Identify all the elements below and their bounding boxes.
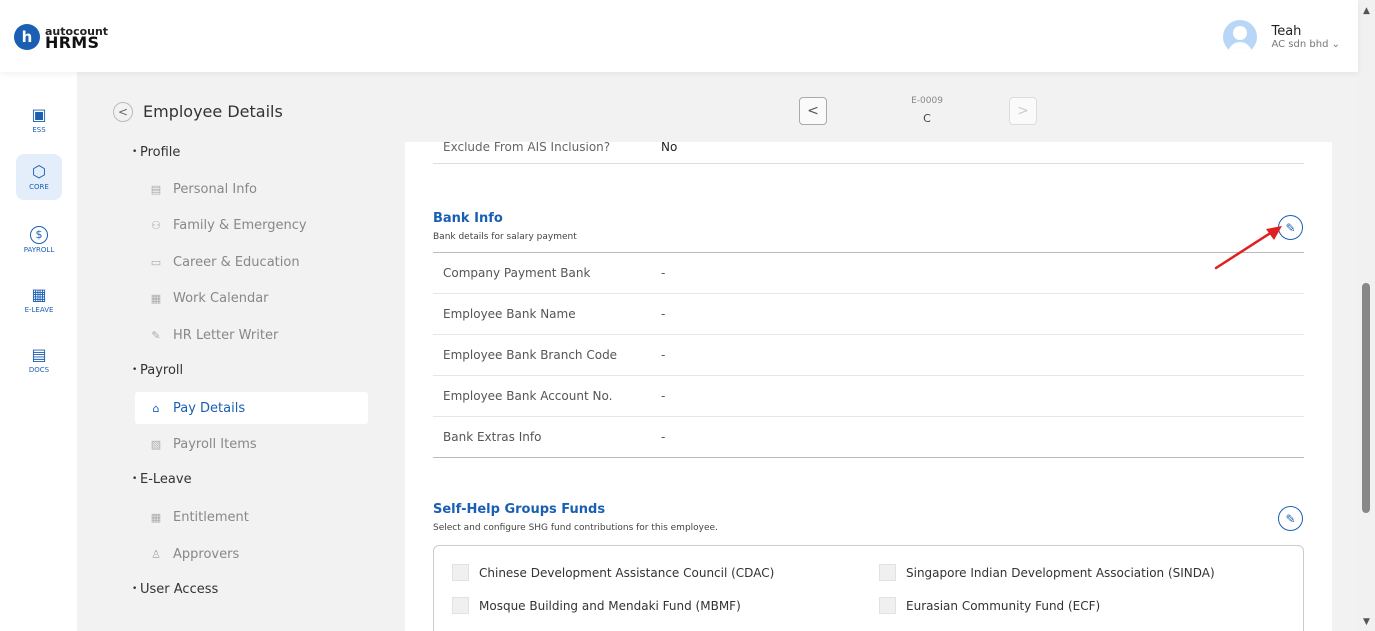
menu-item-pay-details[interactable]: ⌂ Pay Details [135, 392, 368, 424]
back-button[interactable]: < [113, 102, 133, 122]
menu-item-entitlement[interactable]: ▦ Entitlement [135, 501, 368, 533]
shg-fund-ecf[interactable]: Eurasian Community Fund (ECF) [879, 597, 1100, 614]
document-chart-icon: ▤ [31, 345, 47, 364]
top-header: h autocount HRMS Teah AC sdn bhd ⌄ [0, 0, 1358, 72]
menu-item-family-emergency[interactable]: ⚇ Family & Emergency [135, 209, 368, 241]
menu-group-profile[interactable]: Profile [132, 145, 181, 160]
menu-item-personal-info[interactable]: ▤ Personal Info [135, 173, 368, 205]
letter-edit-icon: ✎ [151, 328, 161, 342]
calendar-icon: ▦ [150, 291, 162, 305]
menu-item-work-calendar[interactable]: ▦ Work Calendar [135, 282, 368, 314]
payroll-dollar-icon: $ [30, 226, 48, 244]
employee-name: C [923, 112, 931, 125]
checkbox[interactable] [879, 597, 896, 614]
app-logo[interactable]: h autocount HRMS [14, 24, 108, 52]
logo-mark: h [14, 24, 40, 50]
user-menu[interactable]: Teah AC sdn bhd ⌄ [1223, 20, 1340, 54]
bank-info-subtitle: Bank details for salary payment [433, 232, 577, 242]
checkbox[interactable] [879, 564, 896, 581]
rail-item-ess[interactable]: ▣ ESS [16, 97, 62, 143]
menu-item-career-education[interactable]: ▭ Career & Education [135, 246, 368, 278]
menu-item-approvers[interactable]: ♙ Approvers [135, 538, 368, 570]
logo-text-bottom: HRMS [45, 33, 100, 52]
calendar-icon: ▦ [31, 285, 47, 304]
table-row: Company Payment Bank - [433, 253, 1304, 294]
rail-item-core[interactable]: ⬡ CORE [16, 154, 62, 200]
rail-label-eleave: E-LEAVE [24, 306, 54, 314]
briefcase-icon: ▭ [150, 255, 162, 269]
shg-subtitle: Select and configure SHG fund contributi… [433, 523, 718, 533]
scroll-up-arrow-icon[interactable]: ▲ [1363, 6, 1370, 16]
user-company[interactable]: AC sdn bhd ⌄ [1271, 39, 1340, 50]
rail-label-payroll: PAYROLL [23, 246, 55, 254]
bank-info-table: Company Payment Bank - Employee Bank Nam… [433, 252, 1304, 458]
shg-fund-mbmf[interactable]: Mosque Building and Mendaki Fund (MBMF) [452, 597, 741, 614]
menu-item-payroll-items[interactable]: ▧ Payroll Items [135, 428, 368, 460]
table-row: Employee Bank Name - [433, 294, 1304, 335]
employee-code: E-0009 [911, 96, 943, 106]
scroll-down-arrow-icon[interactable]: ▼ [1363, 617, 1370, 627]
table-row: Employee Bank Account No. - [433, 376, 1304, 417]
shg-fund-cdac[interactable]: Chinese Development Assistance Council (… [452, 564, 774, 581]
rail-item-eleave[interactable]: ▦ E-LEAVE [16, 277, 62, 323]
checkbox[interactable] [452, 564, 469, 581]
content-header: < Employee Details < E-0009 C > [77, 72, 1358, 142]
next-employee-button[interactable]: > [1009, 97, 1037, 125]
ess-icon: ▣ [31, 105, 47, 124]
shg-fund-sinda[interactable]: Singapore Indian Development Association… [879, 564, 1215, 581]
shg-funds-box: Chinese Development Assistance Council (… [433, 545, 1304, 631]
bank-icon: ⌂ [152, 401, 160, 415]
ais-inclusion-row: Exclude From AIS Inclusion? No [433, 142, 1304, 164]
rail-item-payroll[interactable]: $ PAYROLL [16, 217, 62, 263]
menu-group-user-access[interactable]: User Access [132, 582, 218, 597]
rail-label-core: CORE [29, 183, 49, 191]
previous-employee-button[interactable]: < [799, 97, 827, 125]
employee-submenu: Profile ▤Personal Info ⚇Family & Emergen… [77, 142, 377, 631]
menu-item-hr-letter-writer[interactable]: ✎ HR Letter Writer [135, 319, 368, 351]
page-title: Employee Details [143, 102, 283, 121]
field-value: No [661, 142, 678, 154]
rail-label-ess: ESS [32, 126, 46, 134]
chevron-down-icon: ⌄ [1331, 39, 1340, 50]
bank-info-title: Bank Info [433, 211, 503, 226]
calendar-check-icon: ▦ [150, 510, 162, 524]
avatar[interactable] [1223, 20, 1258, 54]
id-card-icon: ▤ [150, 182, 162, 196]
scroll-thumb[interactable] [1362, 283, 1370, 513]
table-row: Employee Bank Branch Code - [433, 335, 1304, 376]
shg-edit-button[interactable]: ✎ [1278, 506, 1303, 531]
module-rail: ▣ ESS ⬡ CORE $ PAYROLL ▦ E-LEAVE ▤ DOCS [0, 72, 77, 631]
family-icon: ⚇ [151, 218, 161, 232]
table-row: Bank Extras Info - [433, 417, 1304, 458]
field-label: Exclude From AIS Inclusion? [443, 142, 611, 154]
shg-title: Self-Help Groups Funds [433, 502, 606, 517]
menu-group-eleave[interactable]: E-Leave [132, 472, 192, 487]
payroll-items-icon: ▧ [150, 437, 162, 451]
menu-group-payroll[interactable]: Payroll [132, 363, 183, 378]
red-arrow-annotation [1214, 226, 1282, 270]
user-approve-icon: ♙ [151, 547, 161, 561]
pay-details-card: Exclude From AIS Inclusion? No Bank Info… [405, 142, 1332, 631]
pencil-icon: ✎ [1285, 511, 1296, 526]
rail-item-docs[interactable]: ▤ DOCS [16, 337, 62, 383]
checkbox[interactable] [452, 597, 469, 614]
user-name: Teah [1271, 24, 1302, 39]
core-cube-icon: ⬡ [32, 162, 46, 181]
rail-label-docs: DOCS [28, 366, 50, 374]
page-scrollbar[interactable]: ▲ ▼ [1358, 0, 1375, 631]
